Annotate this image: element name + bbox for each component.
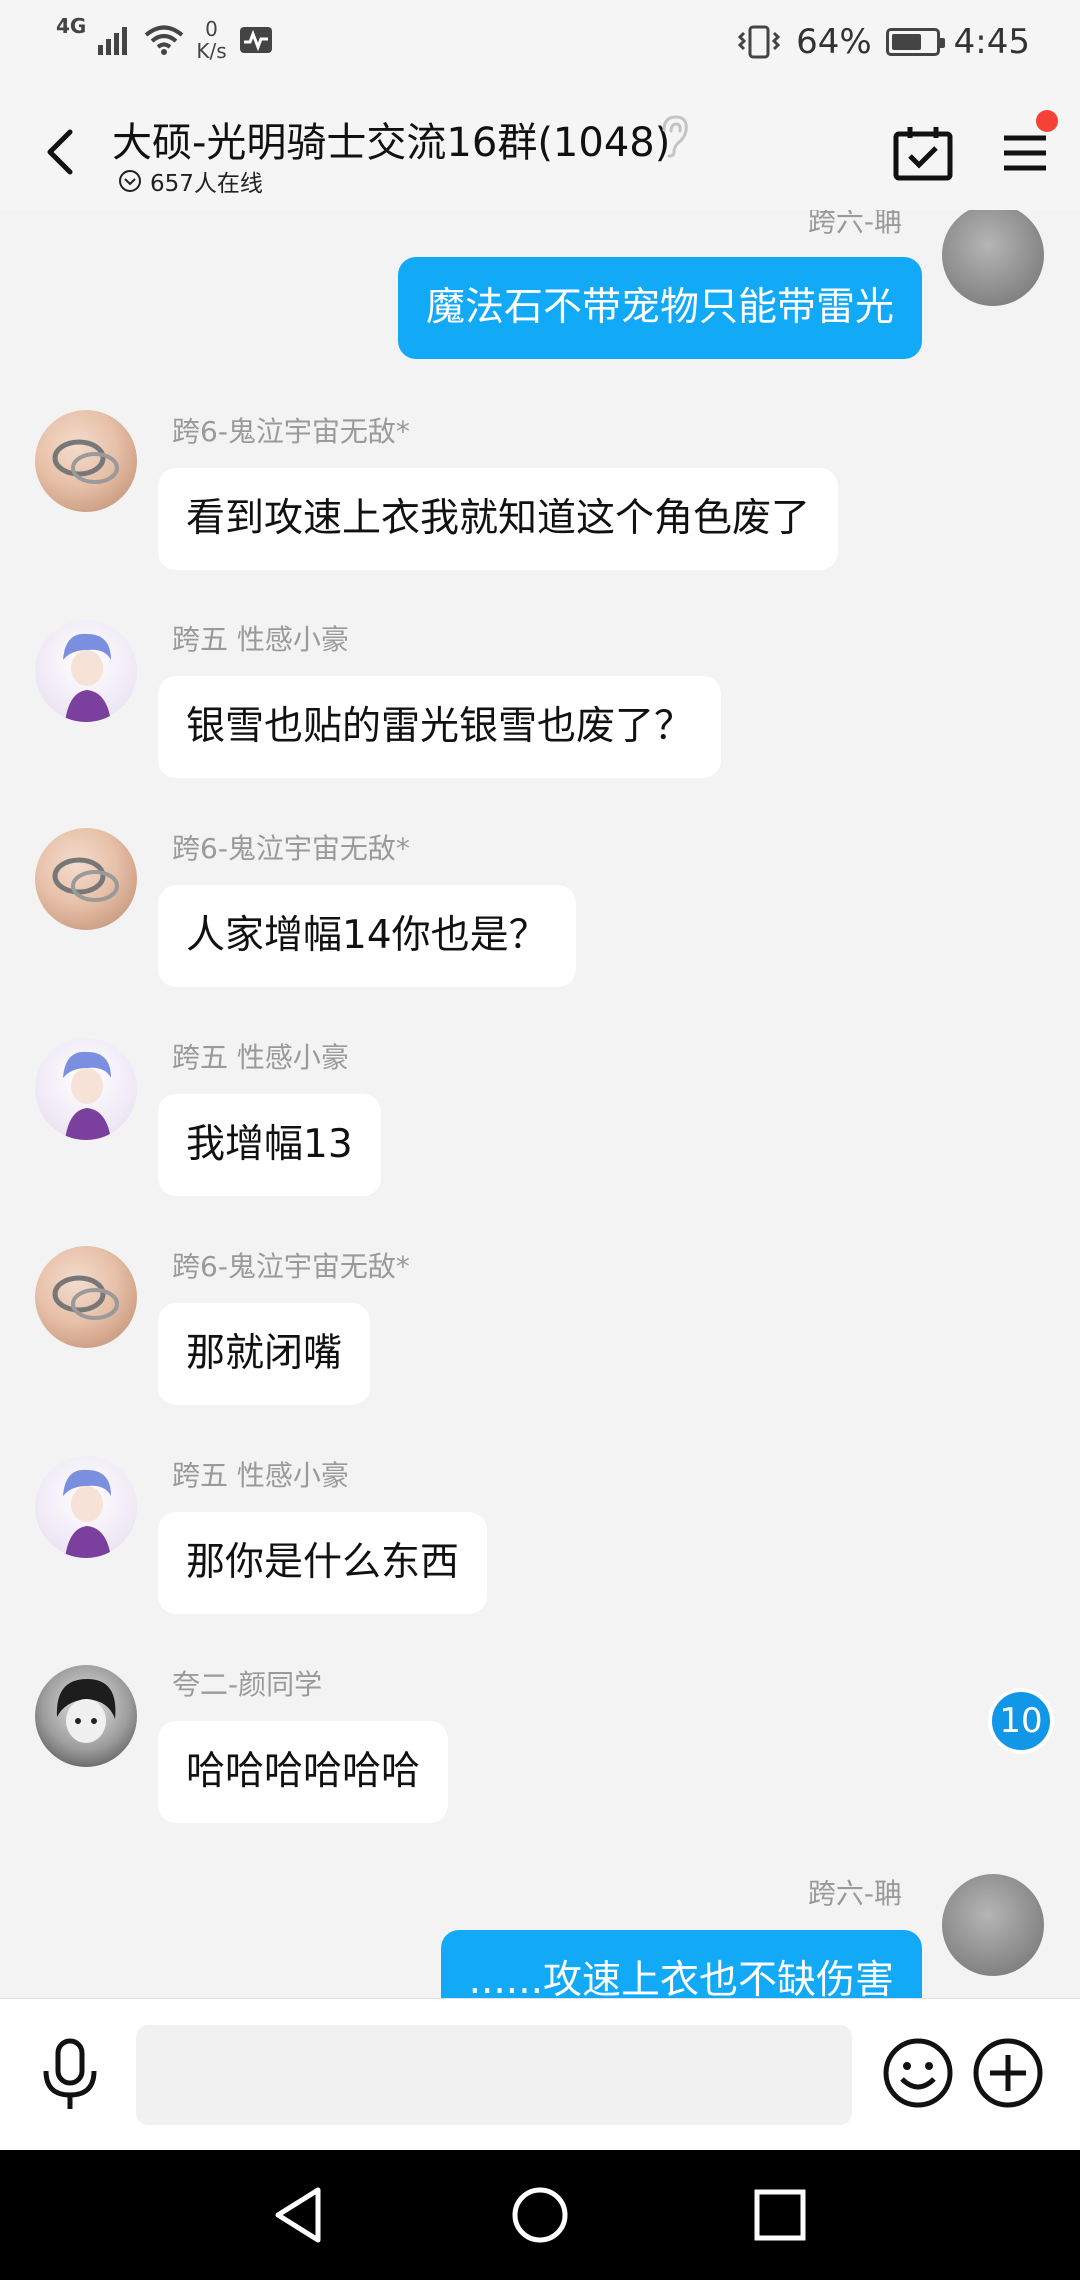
sender-name: 夸二-颜同学	[172, 1668, 323, 1701]
battery-icon	[885, 28, 945, 56]
avatar[interactable]	[35, 1456, 137, 1558]
ring-icon	[52, 439, 119, 484]
ring-icon	[52, 1275, 119, 1320]
clock: 4:45	[953, 22, 1030, 62]
message-bubble[interactable]: 那就闭嘴	[158, 1303, 371, 1405]
speed-unit: K/s	[196, 39, 227, 63]
network-speed: 0 K/s	[196, 18, 226, 62]
vibrate-icon	[737, 25, 781, 59]
sender-name: 跨六-聃	[807, 210, 902, 238]
nav-home-button[interactable]	[505, 2180, 575, 2250]
emoji-icon	[883, 2038, 953, 2108]
avatar[interactable]	[35, 1038, 137, 1140]
sender-name: 跨6-鬼泣宇宙无敌*	[172, 415, 410, 448]
voice-button[interactable]	[40, 2037, 100, 2113]
message-bubble[interactable]: 人家增幅14你也是？	[158, 885, 576, 987]
message-bubble[interactable]: 看到攻速上衣我就知道这个角色废了	[158, 468, 839, 570]
sender-name: 跨五 性感小豪	[172, 1459, 349, 1492]
back-arrow-icon	[47, 129, 73, 175]
sender-name: 跨6-鬼泣宇宙无敌*	[172, 1250, 410, 1283]
message-bubble[interactable]: 我增幅13	[158, 1094, 381, 1196]
back-button[interactable]	[30, 122, 90, 182]
nav-back-icon	[275, 2187, 321, 2243]
avatar[interactable]	[942, 1874, 1044, 1976]
avatar[interactable]	[35, 1246, 137, 1348]
menu-icon	[1004, 135, 1046, 171]
message-bubble[interactable]: 那你是什么东西	[158, 1512, 488, 1614]
nav-back-button[interactable]	[264, 2180, 334, 2250]
calendar-button[interactable]	[892, 124, 954, 182]
message-bubble[interactable]: ......攻速上衣也不缺伤害	[440, 1930, 922, 1998]
activity-icon	[239, 27, 272, 53]
sender-name: 跨6-鬼泣宇宙无敌*	[172, 832, 410, 865]
input-bar	[0, 1998, 1080, 2150]
chat-header: 大硕-光明骑士交流16群(1048) 657人在线	[0, 92, 1080, 210]
online-chevron-icon	[119, 170, 141, 192]
sender-name: 跨六-聃	[807, 1877, 902, 1910]
anime-avatar-icon	[63, 1051, 111, 1140]
calendar-check-icon	[893, 127, 953, 181]
notification-dot	[1036, 110, 1058, 132]
message-bubble[interactable]: 银雪也贴的雷光银雪也废了？	[158, 676, 722, 778]
avatar[interactable]	[35, 620, 137, 722]
avatar[interactable]	[35, 410, 137, 512]
status-right: 64% 4:45	[736, 22, 1030, 62]
avatar[interactable]	[942, 210, 1044, 306]
message-bubble[interactable]: 魔法石不带宠物只能带雷光	[397, 257, 922, 359]
nav-recents-button[interactable]	[745, 2180, 815, 2250]
online-status[interactable]: 657人在线	[118, 164, 263, 198]
anime-avatar-icon	[63, 1469, 111, 1558]
sender-name: 跨五 性感小豪	[172, 1041, 349, 1074]
ring-icon	[52, 857, 119, 902]
wifi-icon	[145, 25, 184, 55]
network-type: 4G	[56, 14, 87, 38]
battery-percent: 64%	[796, 22, 872, 62]
message-bubble[interactable]: 哈哈哈哈哈哈	[158, 1721, 449, 1823]
microphone-icon	[43, 2038, 97, 2109]
ear-icon[interactable]	[656, 114, 692, 158]
group-title[interactable]: 大硕-光明骑士交流16群(1048)	[112, 110, 670, 168]
message-input[interactable]	[136, 2025, 852, 2125]
status-bar: 4G 0 K/s 64% 4:45	[0, 0, 1080, 92]
sender-name: 跨五 性感小豪	[172, 623, 349, 656]
menu-button[interactable]	[996, 124, 1054, 182]
online-count: 657人在线	[150, 171, 263, 197]
unread-count-badge[interactable]: 10	[988, 1688, 1054, 1754]
status-left: 4G 0 K/s	[56, 14, 273, 62]
chat-area[interactable]: 跨六-聃 魔法石不带宠物只能带雷光 跨6-鬼泣宇宙无敌* 看到攻速上衣我就知道这…	[0, 210, 1080, 1998]
more-button[interactable]	[972, 2037, 1044, 2109]
nav-recents-icon	[754, 2189, 806, 2241]
plus-icon	[973, 2038, 1043, 2108]
nav-home-icon	[512, 2187, 568, 2243]
emoji-button[interactable]	[882, 2037, 954, 2109]
avatar[interactable]	[35, 1665, 137, 1767]
anime-avatar-icon	[63, 633, 111, 722]
speed-value: 0	[205, 17, 218, 41]
boy-avatar-icon	[56, 1679, 116, 1743]
system-nav-bar	[0, 2150, 1080, 2280]
signal-icon	[98, 27, 128, 55]
avatar[interactable]	[35, 828, 137, 930]
